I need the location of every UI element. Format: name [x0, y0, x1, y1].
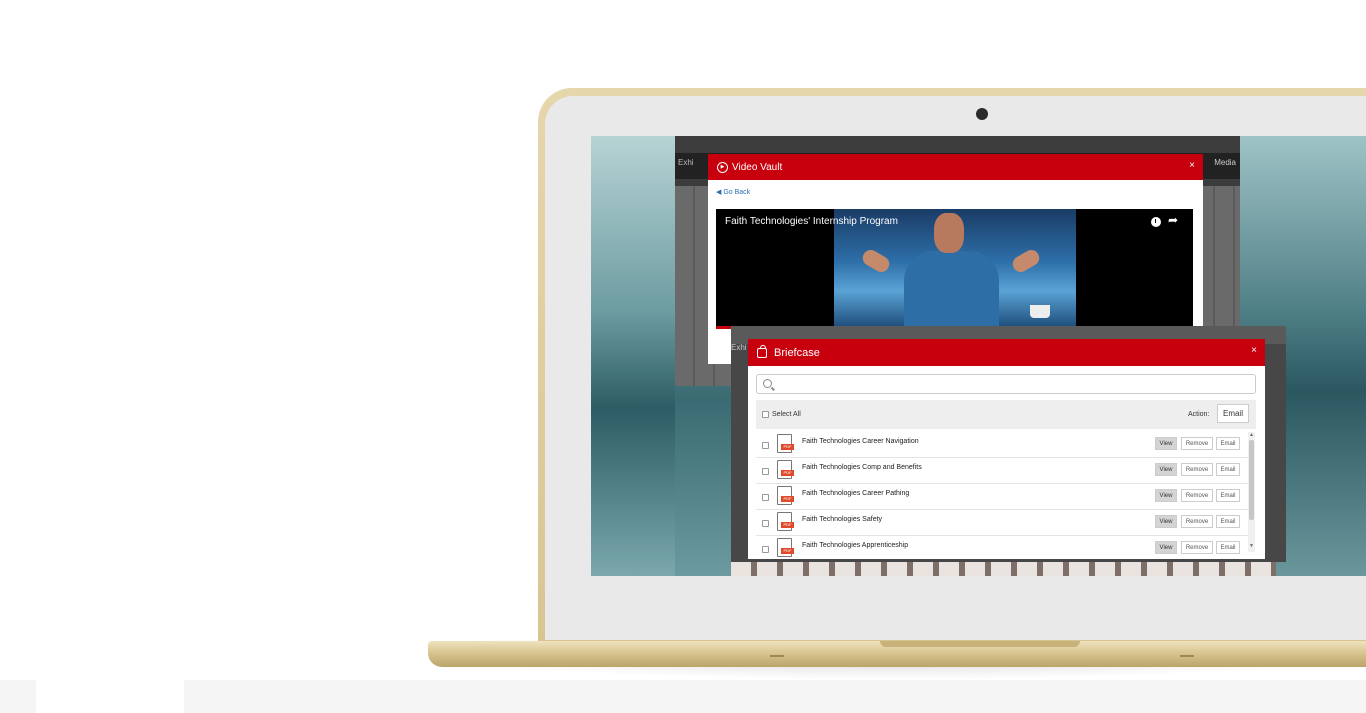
close-icon[interactable]: ×	[1251, 345, 1257, 356]
remove-button[interactable]: Remove	[1181, 541, 1213, 554]
briefcase-modal: Briefcase × Select All Action: Email PDF…	[748, 339, 1265, 559]
floor-strip	[0, 680, 1366, 713]
view-button[interactable]: View	[1155, 437, 1177, 450]
item-checkbox[interactable]	[762, 494, 769, 501]
booth-nav-left[interactable]: Exhi	[678, 158, 694, 167]
video-vault-title: Video Vault	[732, 161, 783, 173]
camera-icon	[976, 108, 988, 120]
video-vault-header: ▶ Video Vault ×	[708, 154, 1203, 180]
pdf-badge: PDF	[781, 522, 794, 528]
lake-background-left	[591, 136, 675, 576]
scroll-up-icon[interactable]: ▲	[1249, 432, 1254, 438]
speaker-body	[904, 251, 999, 326]
select-all-checkbox[interactable]	[762, 411, 769, 418]
search-input[interactable]	[779, 377, 1249, 391]
floor-gap	[36, 680, 184, 713]
view-button[interactable]: View	[1155, 515, 1177, 528]
email-button[interactable]: Email	[1216, 515, 1240, 528]
item-checkbox[interactable]	[762, 442, 769, 449]
list-item: PDF Faith Technologies Career Pathing Vi…	[756, 484, 1248, 510]
scroll-down-icon[interactable]: ▼	[1249, 543, 1254, 549]
pdf-file-icon: PDF	[777, 434, 794, 453]
email-button[interactable]: Email	[1216, 541, 1240, 554]
email-button[interactable]: Email	[1216, 437, 1240, 450]
video-player[interactable]: Faith Technologies' Internship Program ➦	[716, 209, 1193, 329]
document-name: Faith Technologies Safety	[802, 516, 883, 523]
list-scrollbar[interactable]: ▲ ▼	[1248, 432, 1255, 552]
view-button[interactable]: View	[1155, 463, 1177, 476]
watch-later-icon[interactable]	[1151, 217, 1161, 227]
laptop-foot	[770, 655, 784, 657]
play-circle-icon: ▶	[717, 161, 728, 173]
laptop-foot	[1180, 655, 1194, 657]
remove-button[interactable]: Remove	[1181, 489, 1213, 502]
video-title: Faith Technologies' Internship Program	[725, 216, 898, 227]
item-checkbox[interactable]	[762, 546, 769, 553]
pdf-badge: PDF	[781, 548, 794, 554]
go-back-link[interactable]: ◀ Go Back	[716, 188, 750, 196]
pdf-file-icon: PDF	[777, 460, 794, 479]
search-icon	[763, 379, 772, 388]
laptop-base-notch	[880, 641, 1080, 647]
booth-floor-thumbnails	[731, 562, 1276, 576]
briefcase-search	[756, 374, 1256, 394]
shopping-bag-icon	[757, 344, 767, 358]
coffee-cup	[1030, 305, 1050, 318]
pdf-badge: PDF	[781, 444, 794, 450]
go-back-label: Go Back	[723, 189, 751, 196]
email-button[interactable]: Email	[1216, 463, 1240, 476]
pdf-file-icon: PDF	[777, 486, 794, 505]
list-item: PDF Faith Technologies Career Navigation…	[756, 432, 1248, 458]
pdf-badge: PDF	[781, 470, 794, 476]
speaker-hand-left	[859, 247, 893, 275]
list-item: PDF Faith Technologies Safety View Remov…	[756, 510, 1248, 536]
view-button[interactable]: View	[1155, 541, 1177, 554]
close-icon[interactable]: ×	[1189, 160, 1195, 171]
document-name: Faith Technologies Career Navigation	[802, 438, 919, 445]
item-checkbox[interactable]	[762, 468, 769, 475]
speaker-head	[934, 213, 964, 253]
email-button[interactable]: Email	[1216, 489, 1240, 502]
laptop-screen: Exhi Media ▶ Video Vault × ◀ Go Back Fai…	[591, 136, 1366, 576]
speaker-hand-right	[1009, 247, 1043, 275]
briefcase-title: Briefcase	[774, 346, 820, 359]
scroll-thumb[interactable]	[1249, 440, 1254, 520]
view-button[interactable]: View	[1155, 489, 1177, 502]
action-email-button[interactable]: Email	[1217, 404, 1249, 423]
remove-button[interactable]: Remove	[1181, 463, 1213, 476]
action-label: Action:	[1188, 411, 1210, 418]
pdf-file-icon: PDF	[777, 512, 794, 531]
document-name: Faith Technologies Comp and Benefits	[802, 464, 922, 471]
item-checkbox[interactable]	[762, 520, 769, 527]
document-name: Faith Technologies Career Pathing	[802, 490, 910, 497]
document-list: PDF Faith Technologies Career Navigation…	[756, 432, 1248, 557]
briefcase-header: Briefcase ×	[748, 339, 1265, 366]
remove-button[interactable]: Remove	[1181, 437, 1213, 450]
share-icon[interactable]: ➦	[1168, 213, 1178, 227]
list-item: PDF Faith Technologies Comp and Benefits…	[756, 458, 1248, 484]
select-all-label: Select All	[772, 411, 801, 418]
briefcase-toolbar: Select All Action: Email	[756, 400, 1256, 429]
booth-nav-media[interactable]: Media	[1214, 158, 1236, 167]
list-item: PDF Faith Technologies Apprenticeship Vi…	[756, 536, 1248, 559]
pdf-badge: PDF	[781, 496, 794, 502]
booth-nav-left-lower: Exhi	[731, 343, 747, 352]
remove-button[interactable]: Remove	[1181, 515, 1213, 528]
document-name: Faith Technologies Apprenticeship	[802, 542, 909, 549]
pdf-file-icon: PDF	[777, 538, 794, 557]
select-all-control[interactable]: Select All	[762, 411, 801, 418]
